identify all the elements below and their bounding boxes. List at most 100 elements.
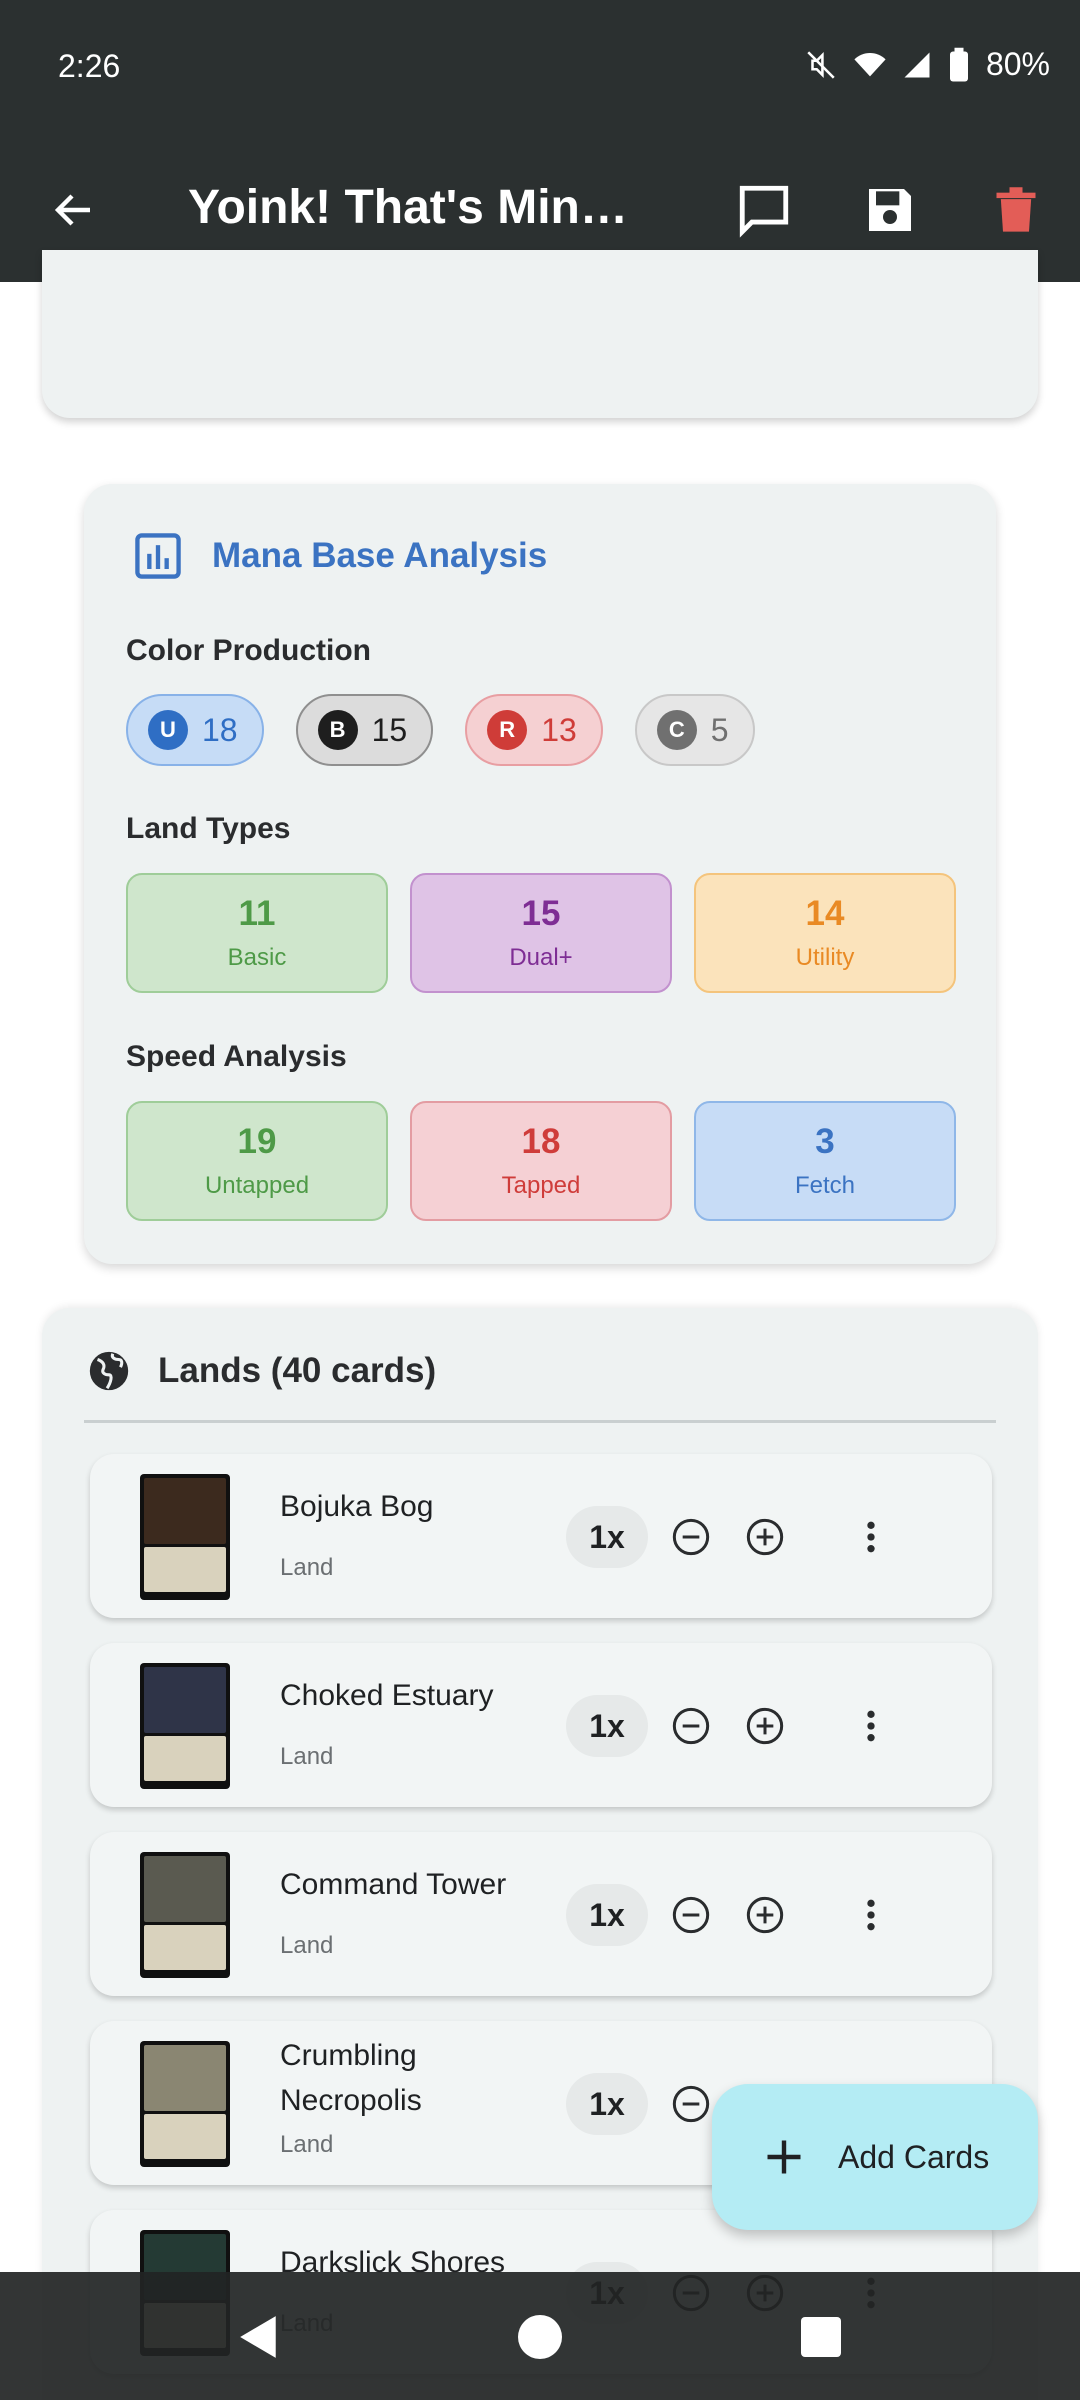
stat-value: 19 [237, 1122, 277, 1161]
stat-value: 3 [815, 1122, 835, 1161]
color-count: 13 [541, 711, 577, 748]
increase-button[interactable] [744, 1516, 786, 1558]
recents-square-icon [801, 2317, 841, 2357]
mana-base-analysis-card: Mana Base Analysis Color Production U 18 B… [84, 484, 996, 1264]
more-vert-icon [867, 1899, 875, 1931]
color-production-row: U 18 B 15 R 13 C 5 [126, 694, 755, 766]
deck-title: Yoink! That's Mine ... [188, 181, 648, 234]
status-icons: 80% [804, 46, 1050, 83]
save-button[interactable] [852, 172, 928, 248]
add-cards-label: Add Cards [838, 2138, 990, 2175]
card-type: Land [280, 1743, 334, 1770]
minus-circle-icon [672, 1896, 710, 1934]
mute-icon [807, 50, 835, 79]
stat-label: Basic [227, 944, 287, 971]
quantity-badge: 1x [566, 1884, 648, 1946]
stat-value: 18 [521, 1122, 561, 1161]
comment-icon [739, 185, 789, 238]
back-arrow-icon [54, 194, 90, 226]
lands-divider [84, 1420, 996, 1423]
increase-button[interactable] [744, 1705, 786, 1747]
battery-percent: 80% [985, 46, 1050, 82]
decrease-button[interactable] [670, 2083, 712, 2125]
nav-home-button[interactable] [505, 2302, 575, 2372]
plus-circle-icon [746, 1518, 784, 1556]
nav-recents-button[interactable] [786, 2302, 856, 2372]
card-row[interactable]: Command Tower Land 1x [90, 1832, 992, 1996]
delete-button[interactable] [978, 172, 1054, 248]
system-nav-bar [0, 2272, 1080, 2400]
lands-title: Lands (40 cards) [158, 1351, 437, 1390]
land-type-basic: 11 Basic [126, 873, 388, 993]
card-name: Choked Estuary [280, 1679, 494, 1712]
card-type: Land [280, 1932, 334, 1959]
stat-label: Fetch [794, 1172, 856, 1199]
minus-circle-icon [672, 1707, 710, 1745]
mana-symbol-icon: B [317, 710, 358, 750]
land-types-row: 11 Basic 15 Dual+ 14 Utility [126, 873, 956, 993]
speed-tapped: 18 Tapped [410, 1101, 672, 1221]
battery-icon [949, 47, 968, 81]
increase-button[interactable] [744, 1894, 786, 1936]
card-thumbnail [140, 1852, 230, 1978]
decrease-button[interactable] [670, 1516, 712, 1558]
color-production-label: Color Production [126, 634, 371, 667]
nav-back-button[interactable] [224, 2302, 294, 2372]
deck-info-card [42, 250, 1038, 418]
color-chip-u[interactable]: U 18 [126, 694, 264, 766]
decrease-button[interactable] [670, 1894, 712, 1936]
land-type-utility: 14 Utility [694, 873, 956, 993]
card-type: Land [280, 2131, 334, 2158]
stat-label: Utility [795, 944, 855, 971]
stat-label: Tapped [501, 1172, 581, 1199]
comment-button[interactable] [726, 172, 802, 248]
card-name: Command Tower [280, 1868, 507, 1901]
card-name: Crumbling Necropolis [280, 2039, 422, 2117]
speed-fetch: 3 Fetch [694, 1101, 956, 1221]
card-row[interactable]: Choked Estuary Land 1x [90, 1643, 992, 1807]
back-button[interactable] [40, 176, 108, 244]
stat-value: 14 [805, 894, 845, 933]
more-options-button[interactable] [846, 1701, 896, 1751]
analytics-icon [135, 533, 181, 579]
more-options-button[interactable] [846, 1890, 896, 1940]
mana-title: Mana Base Analysis [212, 536, 548, 575]
card-thumbnail [140, 1663, 230, 1789]
color-chip-c[interactable]: C5 [634, 694, 755, 766]
color-count: 5 [710, 711, 729, 748]
land-types-label: Land Types [126, 812, 291, 845]
lands-header: Lands (40 cards) [86, 1348, 436, 1394]
add-cards-button[interactable]: Add Cards [712, 2084, 1038, 2230]
status-bar: 2:26 80% [0, 0, 1080, 136]
card-row[interactable]: Bojuka Bog Land 1x [90, 1454, 992, 1618]
mana-header: Mana Base Analysis [132, 530, 547, 582]
signal-icon [904, 52, 930, 77]
stat-value: 11 [238, 894, 276, 933]
plus-circle-icon [746, 1896, 784, 1934]
wifi-icon [854, 52, 886, 76]
minus-circle-icon [672, 2085, 710, 2123]
color-chip-r[interactable]: R 13 [465, 694, 603, 766]
speed-untapped: 19 Untapped [126, 1101, 388, 1221]
card-name: Bojuka Bog [280, 1490, 434, 1523]
globe-icon [89, 1351, 129, 1391]
stat-label: Untapped [204, 1172, 310, 1199]
mana-symbol-icon: C [656, 710, 697, 750]
more-vert-icon [867, 1710, 875, 1742]
speed-analysis-label: Speed Analysis [126, 1040, 347, 1073]
card-thumbnail [140, 1474, 230, 1600]
status-time: 2:26 [58, 48, 121, 84]
lands-section: Lands (40 cards) Bojuka Bog Land 1x Choked … [42, 1308, 1038, 2400]
speed-analysis-row: 19 Untapped 18 Tapped 3 Fetch [126, 1101, 956, 1221]
back-triangle-icon [240, 2316, 276, 2358]
mana-symbol-icon: U [148, 710, 188, 750]
card-type: Land [280, 1554, 334, 1581]
color-chip-b[interactable]: B 15 [295, 694, 434, 766]
stat-value: 15 [521, 894, 561, 933]
mana-symbol-icon: R [487, 710, 528, 750]
quantity-badge: 1x [566, 1506, 648, 1568]
decrease-button[interactable] [670, 1705, 712, 1747]
quantity-badge: 1x [566, 1695, 648, 1757]
color-count: 18 [202, 711, 238, 748]
more-options-button[interactable] [846, 1512, 896, 1562]
